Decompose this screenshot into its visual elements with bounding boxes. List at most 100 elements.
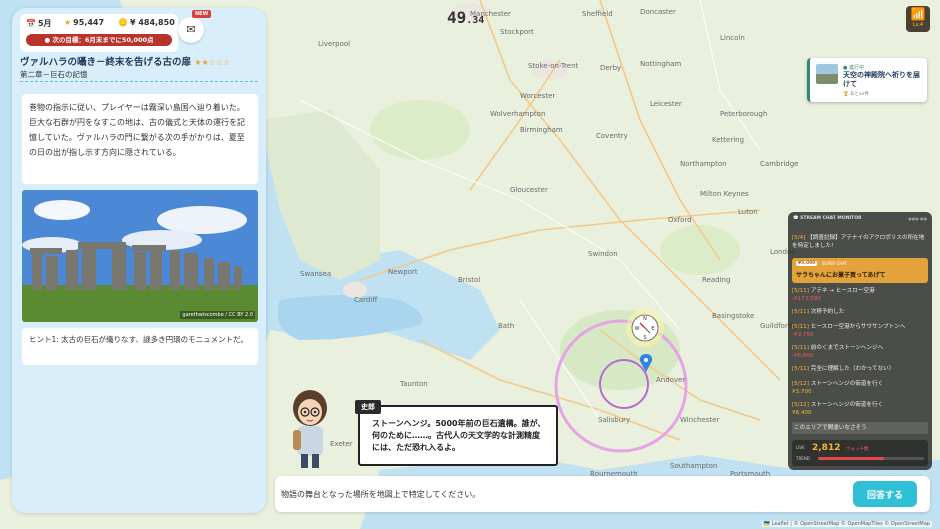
map-place-label: Stockport — [500, 28, 534, 36]
svg-text:W: W — [635, 326, 640, 332]
goal-text: 次の目標：6月末までに50,000点 — [52, 36, 154, 44]
quest-panel: 📅 5月 ★ 95,447 🪙 ¥ 484,850 ● 次の目標：6月末までに50,0… — [12, 8, 266, 513]
viewer-count: 2,812 — [812, 443, 841, 453]
superchat-label: SUPER CHAT — [822, 261, 848, 266]
chat-message: [5/12] ストーンヘンジの街道を行く ¥3,700 — [792, 380, 928, 396]
character-avatar — [285, 386, 335, 472]
map-attribution[interactable]: 🇺🇦 Leaflet | © OpenStreetMap © OpenMapTi… — [761, 521, 932, 527]
svg-text:E: E — [651, 326, 654, 332]
chat-message: このエリアで間違いなさそう — [792, 422, 928, 434]
map-place-label: Stoke-on-Trent — [528, 62, 579, 70]
quest-notification[interactable]: ● 進行中 天空の神殿院へ祈りを届けて 🏆 あとxx件 — [807, 58, 927, 102]
chat-text: ヒースロー空港からサウサンプトンへ — [810, 324, 906, 330]
money-stat: 🪙 ¥ 484,850 — [118, 18, 175, 27]
hint-text: ヒント1: 太古の巨石が織りなす、謎多き円環のモニュメントだ。 — [22, 328, 258, 365]
map-place-label: Bristol — [458, 276, 481, 284]
chat-text: このエリアで間違いなさそう — [794, 425, 867, 431]
stars-stat: ★ 95,447 — [64, 18, 104, 27]
answer-bar: 回答する — [275, 476, 930, 512]
chat-date: [5/11] — [792, 324, 809, 330]
money-value: ¥ 484,850 — [129, 18, 175, 27]
chat-message: [5/12] ストーンヘンジの街道を行く ¥8,400 — [792, 401, 928, 417]
chat-message: [5/11] 前のくまでストーンヘンジへ -¥6,800 — [792, 344, 928, 360]
chat-header-text: STREAM CHAT MONITOR — [800, 216, 862, 221]
answer-input[interactable] — [281, 482, 841, 506]
timer-seconds: 49 — [447, 8, 467, 27]
chat-message: [5/11] 次移予約した — [792, 308, 928, 316]
chat-date: [5/4] — [792, 235, 806, 241]
map-place-label: Doncaster — [640, 8, 676, 16]
notification-status: ● 進行中 — [843, 65, 864, 71]
trend-bar — [818, 457, 924, 460]
map-place-label: Newport — [388, 268, 418, 276]
notification-reward: 🏆 あとxx件 — [843, 92, 869, 97]
envelope-icon: ✉ — [186, 23, 196, 36]
compass-icon: N E W S — [626, 309, 664, 347]
map-place-label: Bath — [498, 322, 515, 330]
chat-message: [5/11] ヒースロー空港からサウサンプトンへ -¥9,750 — [792, 323, 928, 339]
map-place-label: Basingstoke — [712, 312, 755, 320]
chat-text: 次移予約した — [810, 309, 845, 315]
viewer-stats: LIVE 2,812 ウォッチ数 TREND — [792, 440, 928, 466]
map-place-label: Derby — [600, 64, 622, 72]
connection-level: Lv.4 — [912, 22, 924, 28]
notification-title: 天空の神殿院へ祈りを届けて — [843, 71, 920, 88]
stars-value: 95,447 — [73, 18, 105, 27]
svg-text:S: S — [643, 335, 646, 341]
chat-money: ¥8,400 — [792, 410, 812, 416]
chat-text: 【調査記録】アテナイのアクロポリスの所在地を特定しました! — [792, 235, 925, 249]
coins-icon: 🪙 — [118, 18, 128, 27]
calendar-icon: 📅 — [26, 19, 36, 28]
map-place-label: Winchester — [680, 416, 720, 424]
map-place-label: Milton Keynes — [700, 190, 749, 198]
chat-money: -¥9,750 — [792, 332, 814, 338]
map-place-label: Sheffield — [582, 10, 613, 18]
connection-button[interactable]: 📶 Lv.4 — [906, 6, 930, 32]
map-place-label: Leicester — [650, 100, 682, 108]
map-place-label: Oxford — [668, 216, 692, 224]
chat-money: ¥3,700 — [792, 389, 812, 395]
chat-date: [5/12] — [792, 402, 809, 408]
chat-message: [5/4] 【調査記録】アテナイのアクロポリスの所在地を特定しました! — [792, 234, 928, 250]
goal-badge: ● 次の目標：6月末までに50,000点 — [26, 34, 172, 46]
chat-money: -¥6,800 — [792, 353, 814, 359]
map-place-label: Wolverhampton — [490, 110, 546, 118]
chapter-title: 第二章－巨石の記憶 — [20, 70, 88, 79]
chat-date: [5/11] — [792, 288, 809, 294]
map-place-label: Cardiff — [354, 296, 378, 304]
difficulty-stars: ★★☆☆☆ — [194, 58, 231, 67]
trend-bar-fill — [818, 457, 884, 460]
map-place-label: Luton — [738, 208, 758, 216]
map-place-label: Coventry — [596, 132, 628, 140]
quest-title-text: ヴァルハラの囁き－終末を告げる古の扉 — [20, 57, 192, 68]
chat-message: [5/11] アテネ → ヒースロー空港 -¥173,590 — [792, 287, 928, 303]
map-place-label: Swindon — [588, 250, 618, 258]
star-icon: ★ — [64, 18, 72, 27]
mail-button[interactable]: ✉ — [178, 17, 204, 43]
superchat-text: サラちゃんにお菓子買ってあげて — [796, 272, 886, 279]
map-place-label: Andover — [656, 376, 686, 384]
month-stat: 📅 5月 — [26, 18, 52, 29]
chat-date: [5/11] — [792, 309, 809, 315]
map-place-label: Northampton — [680, 160, 727, 168]
map-place-label: Peterborough — [720, 110, 768, 118]
chat-date: [5/12] — [792, 381, 809, 387]
chat-date: [5/11] — [792, 366, 809, 372]
month-value: 5月 — [37, 19, 52, 28]
chat-header: 💬 STREAM CHAT MONITOR — [793, 216, 862, 221]
map-place-label: Birmingham — [520, 126, 563, 134]
stream-chat-monitor[interactable]: 💬 STREAM CHAT MONITOR ●●● ●● [5/4] 【調査記録… — [788, 212, 932, 470]
chat-text: ストーンヘンジの街道を行く — [810, 381, 884, 387]
map-place-label: Swansea — [300, 270, 332, 278]
stats-card: 📅 5月 ★ 95,447 🪙 ¥ 484,850 ● 次の目標：6月末までに50,0… — [20, 14, 178, 52]
speaker-name: 史郎 — [355, 400, 381, 414]
stonehenge-photo: garethwiscombe / CC BY 2.0 — [22, 190, 258, 322]
chat-date: [5/11] — [792, 345, 809, 351]
chat-header-meta: ●●● ●● — [908, 216, 927, 221]
superchat-message: ¥5,000 SUPER CHAT サラちゃんにお菓子買ってあげて — [792, 258, 928, 283]
chat-money: -¥173,590 — [792, 296, 821, 302]
map-place-label: Lincoln — [720, 34, 745, 42]
trend-label: TREND — [796, 456, 810, 461]
countdown-timer: 49.34 — [447, 8, 484, 27]
submit-answer-button[interactable]: 回答する — [853, 481, 917, 507]
